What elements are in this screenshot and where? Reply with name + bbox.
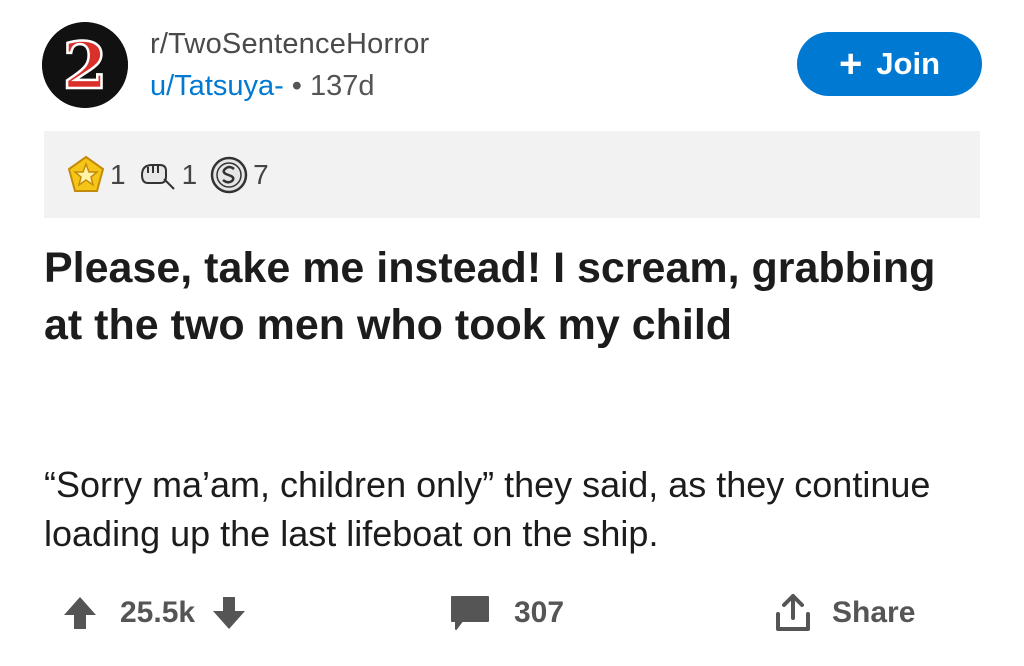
award-count: 1 [110, 158, 126, 190]
downvote-icon[interactable] [209, 593, 249, 633]
award-count: 7 [253, 158, 269, 190]
share-icon [776, 594, 810, 631]
join-button[interactable]: + Join [797, 32, 982, 96]
share-button[interactable]: Share [772, 585, 915, 641]
share-label: Share [832, 596, 916, 629]
silver-coin-award-icon [210, 156, 248, 193]
gold-star-award-icon [67, 155, 105, 192]
post-actions: 25.5k 307 Share [60, 585, 940, 641]
comment-count: 307 [514, 596, 565, 629]
awards-bar[interactable]: 1 1 7 [44, 131, 980, 218]
post-age: 137d [309, 70, 375, 102]
comments-button[interactable]: 307 [448, 585, 564, 641]
comment-icon [451, 596, 489, 630]
vote-controls: 25.5k [60, 585, 249, 641]
post-body: “Sorry ma’am, children only” they said, … [44, 464, 931, 554]
subreddit-name[interactable]: r/TwoSentenceHorror [150, 28, 429, 61]
post-title[interactable]: Please, take me instead! I scream, grabb… [44, 240, 984, 354]
join-button-label: Join [876, 46, 941, 81]
post-header: 2 r/TwoSentenceHorror u/Tatsuya- • 137d + … [42, 22, 982, 112]
svg-text:2: 2 [63, 29, 108, 104]
award-gold[interactable]: 1 [66, 155, 126, 195]
meta-separator: • [291, 70, 302, 102]
post-meta: u/Tatsuya- • 137d [150, 70, 374, 103]
fist-bump-award-icon [140, 163, 175, 190]
award-fist-bump[interactable]: 1 [138, 155, 198, 195]
author-link[interactable]: u/Tatsuya- [150, 70, 284, 102]
award-count: 1 [181, 158, 198, 190]
upvote-icon[interactable] [60, 593, 100, 633]
subreddit-avatar-icon: 2 [42, 22, 128, 108]
subreddit-avatar[interactable]: 2 [42, 22, 128, 108]
award-silver[interactable]: 7 [209, 155, 269, 195]
plus-icon: + [838, 42, 863, 86]
vote-score: 25.5k [120, 596, 196, 629]
